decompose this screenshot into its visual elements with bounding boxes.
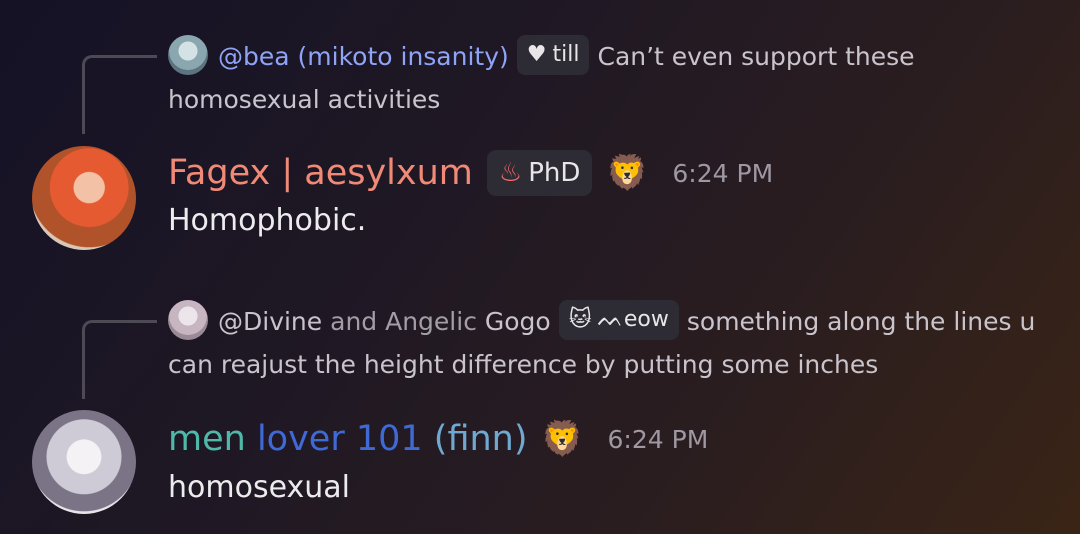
- timestamp: 6:24 PM: [672, 158, 774, 188]
- fire-icon: ♨: [498, 158, 523, 188]
- timestamp: 6:24 PM: [607, 424, 709, 454]
- message-content: Homophobic.: [168, 203, 367, 238]
- tag-label: ᨓeow: [597, 307, 669, 332]
- clan-tag[interactable]: ♥ till: [516, 35, 590, 75]
- heart-icon: ♥: [526, 42, 547, 67]
- reply-mention[interactable]: @Divine and Angelic Gogo: [218, 307, 551, 336]
- reply-avatar-gogo[interactable]: [168, 300, 208, 340]
- lion-face-icon[interactable]: 🦁: [540, 416, 586, 462]
- reply-avatar-bea[interactable]: [168, 35, 208, 75]
- role-badge[interactable]: ♨ PhD: [486, 150, 593, 196]
- avatar[interactable]: [32, 146, 136, 250]
- reply-connector-1: [82, 55, 157, 134]
- avatar[interactable]: [32, 410, 136, 514]
- tag-label: till: [552, 42, 580, 67]
- cat-face-icon: 🐱: [568, 307, 592, 332]
- reply-preview-2[interactable]: @Divine and Angelic Gogo 🐱 ᨓeow something a…: [168, 300, 1040, 386]
- reply-connector-2: [82, 320, 157, 399]
- reply-preview-1[interactable]: @bea (mikoto insanity) ♥ till Can’t even su…: [168, 35, 1040, 121]
- message-header-2: men lover 101 (finn) 🦁 6:24 PM: [168, 411, 708, 467]
- role-label: PhD: [528, 158, 581, 188]
- reply-mention[interactable]: @bea (mikoto insanity): [218, 42, 509, 71]
- message-content: homosexual: [168, 470, 350, 505]
- message-header-1: Fagex | aesylxum ♨ PhD 🦁 6:24 PM: [168, 145, 773, 201]
- author-name[interactable]: Fagex | aesylxum: [168, 153, 473, 193]
- author-name[interactable]: men lover 101 (finn): [168, 419, 528, 459]
- clan-tag[interactable]: 🐱 ᨓeow: [558, 300, 679, 340]
- lion-face-icon[interactable]: 🦁: [604, 150, 650, 196]
